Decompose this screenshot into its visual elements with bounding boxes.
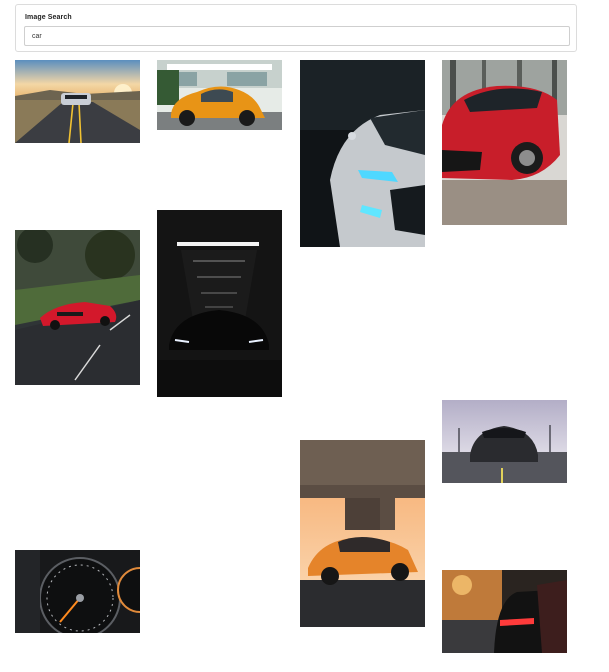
speedometer-photo (15, 550, 140, 633)
road-car-photo (15, 60, 140, 143)
search-label: Image Search (25, 14, 72, 21)
result-image-road-car[interactable] (15, 60, 140, 143)
result-image-white-audi[interactable] (300, 60, 425, 247)
white-audi-photo (300, 60, 425, 247)
result-image-red-taillights[interactable] (442, 570, 567, 653)
image-search-panel: Image Search (15, 4, 577, 52)
dark-garage-photo (157, 210, 282, 397)
search-input[interactable] (24, 26, 570, 46)
result-image-orange-beetle[interactable] (157, 60, 282, 130)
orange-audi-photo (300, 440, 425, 627)
result-image-speedometer[interactable] (15, 550, 140, 633)
red-taillights-photo (442, 570, 567, 653)
red-hatchback-photo (442, 60, 567, 225)
result-image-orange-audi[interactable] (300, 440, 425, 627)
result-image-dark-garage[interactable] (157, 210, 282, 397)
result-image-red-audi[interactable] (15, 230, 140, 385)
result-image-mustang[interactable] (442, 400, 567, 483)
mustang-photo (442, 400, 567, 483)
result-image-red-hatchback[interactable] (442, 60, 567, 225)
orange-beetle-photo (157, 60, 282, 130)
red-audi-photo (15, 230, 140, 385)
